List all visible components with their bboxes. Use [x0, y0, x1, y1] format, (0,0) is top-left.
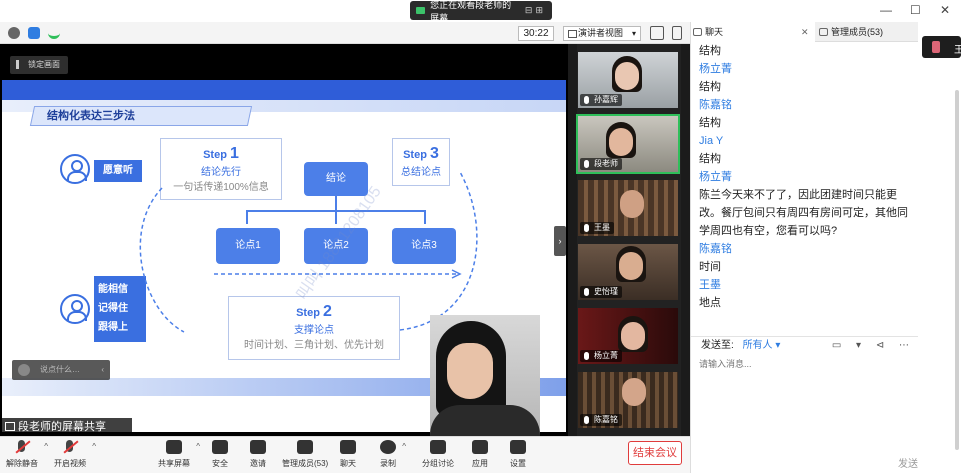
banner-controls-icon[interactable]: ⊟⊞: [525, 5, 546, 16]
caret-up-icon[interactable]: ^: [92, 442, 96, 451]
record-icon: [380, 440, 396, 454]
signal-icon[interactable]: [48, 27, 60, 39]
message-text: 结构: [699, 81, 721, 93]
caret-up-icon[interactable]: ^: [196, 442, 200, 451]
message-sender[interactable]: 王墨: [699, 276, 911, 294]
participant-name: 陈嘉铭: [580, 414, 622, 426]
tab-chat[interactable]: 聊天 ✕: [691, 22, 815, 42]
meeting-app: 您正在观看段老师的屏幕 ⊟⊞ — ☐ ✕ 30:22 演讲者视图 锁定画面 结构…: [0, 0, 961, 473]
chat-input[interactable]: [699, 356, 911, 372]
security-button[interactable]: 安全: [212, 440, 228, 469]
message-sender[interactable]: 陈嘉铭: [699, 240, 911, 258]
participant-name: 史怡瑾: [580, 286, 622, 298]
message-text: 地点: [699, 297, 721, 309]
unmute-button[interactable]: 解除静音 ^: [6, 440, 48, 469]
start-video-button[interactable]: 开启视频 ^: [54, 440, 96, 469]
message-text: 结构: [699, 153, 721, 165]
members-icon: [297, 440, 314, 454]
shield-icon: [212, 440, 228, 454]
participant-thumb: [932, 41, 940, 53]
chat-icon: [693, 28, 702, 36]
mic-muted-icon: [14, 440, 30, 454]
participant-tile[interactable]: 陈嘉铭: [578, 372, 678, 428]
quick-chat-input[interactable]: 说点什么… ‹: [12, 360, 110, 380]
pin-icon: [16, 60, 19, 69]
chat-tabs: 聊天 ✕ 管理成员(53): [691, 22, 919, 42]
meeting-toolbar: 30:22 演讲者视图: [0, 22, 690, 44]
tab-members[interactable]: 管理成员(53): [817, 22, 919, 42]
view-mode-select[interactable]: 演讲者视图: [563, 26, 641, 41]
fullscreen-icon[interactable]: [650, 26, 664, 40]
collapse-video-button[interactable]: ›: [554, 226, 566, 256]
settings-button[interactable]: 设置: [510, 440, 526, 469]
title-bar: 您正在观看段老师的屏幕 ⊟⊞ — ☐ ✕: [0, 0, 961, 23]
lock-view-button[interactable]: 锁定画面: [10, 56, 68, 74]
caret-up-icon[interactable]: ^: [402, 442, 406, 451]
add-user-icon: [250, 440, 266, 454]
share-label: 段老师的屏幕共享: [2, 418, 132, 436]
manage-members-button[interactable]: 管理成员(53): [282, 440, 328, 469]
apps-button[interactable]: 应用: [472, 440, 488, 469]
emoji-icon[interactable]: [18, 364, 30, 376]
participant-tile[interactable]: 段老师: [576, 114, 680, 174]
chevron-left-icon[interactable]: ‹: [101, 360, 104, 380]
maximize-button[interactable]: ☐: [910, 3, 921, 17]
invite-button[interactable]: 邀请: [250, 440, 266, 469]
screen-share-icon: [5, 422, 15, 431]
participant-tile[interactable]: 杨立菁: [578, 308, 678, 364]
info-icon[interactable]: [8, 27, 20, 39]
share-banner-text: 您正在观看段老师的屏幕: [430, 0, 512, 23]
breakout-icon: [430, 440, 446, 454]
participant-tile[interactable]: 孙嘉辉: [578, 52, 678, 108]
participant-name: 孙嘉辉: [580, 94, 622, 106]
share-stage: 锁定画面 结构化表达三步法 愿意听 能相信 记得住 跟得上 Step 1 结论先…: [0, 44, 568, 436]
send-to-select[interactable]: 所有人 ▾: [743, 340, 781, 351]
chat-tools-icon[interactable]: ▭ ▾ ⊲ ⋯: [832, 337, 915, 355]
close-icon[interactable]: ✕: [801, 22, 809, 42]
speaker-video: [430, 315, 540, 436]
send-to-row: 发送至: 所有人 ▾ ▭ ▾ ⊲ ⋯: [691, 336, 919, 354]
chat-button[interactable]: 聊天: [340, 440, 356, 469]
meeting-timer: 30:22: [518, 26, 554, 41]
shield-icon[interactable]: [28, 27, 40, 39]
close-button[interactable]: ✕: [940, 3, 950, 17]
participant-name: 王墨: [580, 222, 614, 234]
video-column: 孙嘉辉 段老师 王墨 史怡瑾 杨立菁 陈嘉铭: [568, 44, 690, 436]
message-sender[interactable]: 杨立菁: [699, 168, 911, 186]
message-sender[interactable]: Jia Y: [699, 132, 911, 150]
video-off-icon: [62, 440, 78, 454]
bottom-toolbar: 解除静音 ^ 开启视频 ^ 共享屏幕 ^ 安全 邀请 管理成员(53) 聊天 录…: [0, 436, 690, 473]
participant-name: 杨立菁: [580, 350, 622, 362]
camera-icon: [416, 7, 426, 14]
chat-panel: 聊天 ✕ 管理成员(53) 结构 杨立菁 结构 陈嘉铭 结构 Jia Y 结构 …: [690, 22, 919, 473]
chat-messages: 结构 杨立菁 结构 陈嘉铭 结构 Jia Y 结构 杨立菁 陈兰今天来不了了，因…: [699, 42, 911, 312]
message-sender[interactable]: 陈嘉铭: [699, 96, 911, 114]
caret-up-icon[interactable]: ^: [44, 442, 48, 451]
message-text: 结构: [699, 117, 721, 129]
minimize-button[interactable]: —: [880, 3, 892, 17]
breakout-button[interactable]: 分组讨论: [422, 440, 454, 469]
message-sender[interactable]: 杨立菁: [699, 60, 911, 78]
share-screen-icon: [166, 440, 182, 454]
message-text: 陈兰今天来不了了，因此团建时间只能更改。餐厅包间只有周四有房间可定，其他同学周四…: [699, 189, 908, 237]
panel-toggle-icon[interactable]: [672, 26, 682, 40]
participant-tile[interactable]: 王墨: [578, 180, 678, 236]
scrollbar[interactable]: [955, 90, 959, 450]
members-icon: [819, 28, 828, 36]
chat-icon: [340, 440, 356, 454]
message-text: 时间: [699, 261, 721, 273]
end-meeting-button[interactable]: 结束会议: [628, 441, 682, 465]
gear-icon: [510, 440, 526, 454]
record-button[interactable]: 录制 ^: [380, 440, 406, 469]
share-screen-button[interactable]: 共享屏幕 ^: [158, 440, 200, 469]
share-banner[interactable]: 您正在观看段老师的屏幕 ⊟⊞: [410, 0, 552, 23]
participant-tile[interactable]: 史怡瑾: [578, 244, 678, 300]
message-text: 结构: [699, 45, 721, 57]
send-to-label: 发送至:: [701, 340, 734, 351]
participant-name: 段老师: [580, 158, 622, 170]
apps-icon: [472, 440, 488, 454]
mini-video-pip[interactable]: 王: [922, 36, 961, 58]
